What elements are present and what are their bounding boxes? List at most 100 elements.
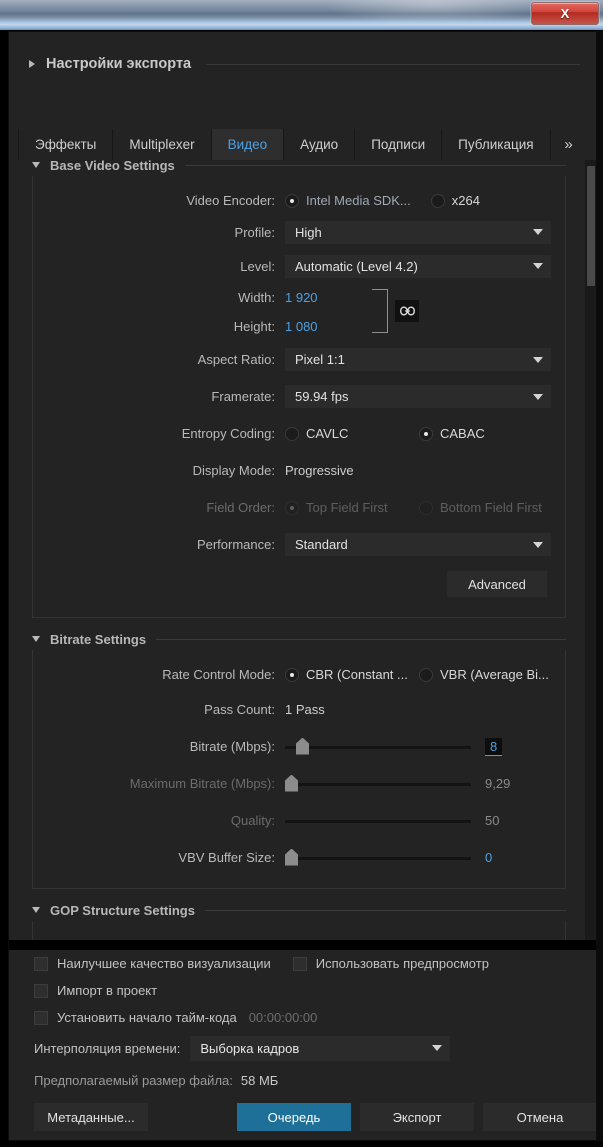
chevron-down-icon [533,263,543,269]
export-settings-section-header[interactable]: Настройки экспорта [29,56,580,72]
slider-max-bitrate-mbps [285,774,471,794]
slider-thumb[interactable] [285,848,298,866]
label-bitrate-mbps: Bitrate (Mbps): [189,739,275,754]
radio-rate-control-cbr[interactable]: CBR (Constant ... [285,667,419,682]
scrollbar-thumb[interactable] [587,166,595,286]
value-bitrate-mbps[interactable]: 8 [485,737,503,756]
disclosure-triangle-right-icon[interactable] [29,60,35,68]
select-framerate[interactable]: 59.94 fps [285,385,551,408]
label-aspect-ratio: Aspect Ratio: [197,352,275,367]
tab-audio[interactable]: Аудио [284,129,356,160]
group-bitrate-settings: Bitrate Settings Rate Control Mode: CBR … [32,628,566,889]
checkbox-set-start-timecode[interactable] [34,1010,48,1025]
label-framerate: Framerate: [211,389,275,404]
checkbox-import-to-project[interactable] [34,983,48,998]
titlebar-underline [0,25,603,30]
dialog-footer: Наилучшее качество визуализации Использо… [18,950,596,1133]
tab-effects[interactable]: Эффекты [18,129,114,160]
disclosure-triangle-down-icon[interactable] [32,162,40,168]
radio-entropy-cavlc[interactable]: CAVLC [285,426,419,441]
label-set-start-timecode[interactable]: Установить начало тайм-кода [57,1010,237,1025]
select-time-interpolation-value: Выборка кадров [200,1040,300,1056]
link-chain-icon[interactable] [395,300,419,322]
value-height[interactable]: 1 080 [285,319,318,334]
row-level: Level: Automatic (Level 4.2) [33,249,565,283]
settings-scrollbar[interactable] [585,160,596,940]
row-import-to-project: Импорт в проект [18,977,596,1004]
select-profile[interactable]: High [285,220,551,244]
value-vbv-buffer-size[interactable]: 0 [485,850,492,865]
row-bitrate-mbps: Bitrate (Mbps): 8 [33,728,565,765]
cancel-button[interactable]: Отмена [483,1103,596,1131]
tab-video[interactable]: Видео [211,129,285,160]
export-settings-dialog: Настройки экспорта Эффекты Multiplexer В… [8,31,597,1141]
slider-vbv-buffer-size[interactable] [285,848,471,868]
row-max-bitrate-mbps: Maximum Bitrate (Mbps): 9,29 [33,765,565,802]
export-button[interactable]: Экспорт [360,1103,474,1131]
select-level[interactable]: Automatic (Level 4.2) [285,254,551,278]
window-left-edge [0,30,8,1147]
checkbox-use-preview[interactable] [292,956,307,971]
tab-multiplexer[interactable]: Multiplexer [113,129,212,160]
window-close-button[interactable]: X [531,2,599,25]
slider-track [285,782,471,786]
row-pass-count: Pass Count: 1 Pass [33,691,565,728]
tab-publish[interactable]: Публикация [442,129,551,160]
label-field-order: Field Order: [206,500,275,515]
group-base-video-settings: Base Video Settings Video Encoder: Intel… [32,160,566,618]
disclosure-triangle-down-icon[interactable] [32,907,40,913]
radio-entropy-cabac[interactable]: CABAC [419,426,485,441]
row-quality-checkboxes: Наилучшее качество визуализации Использо… [18,950,596,977]
tab-captions[interactable]: Подписи [355,129,443,160]
window-bottom-edge [0,1141,603,1147]
label-level: Level: [240,258,275,274]
label-rate-control-mode: Rate Control Mode: [162,667,275,682]
select-performance[interactable]: Standard [285,533,551,556]
select-aspect-ratio[interactable]: Pixel 1:1 [285,348,551,371]
window-titlebar[interactable]: X [0,0,603,25]
label-import-to-project[interactable]: Импорт в проект [57,983,157,998]
label-use-preview[interactable]: Использовать предпросмотр [316,956,489,971]
group-header-bitrate[interactable]: Bitrate Settings [32,628,566,650]
row-performance: Performance: Standard [33,526,565,563]
label-vbv-buffer-size: VBV Buffer Size: [178,850,275,865]
slider-thumb [285,774,298,792]
slider-thumb[interactable] [296,737,309,755]
disclosure-triangle-down-icon[interactable] [32,636,40,642]
select-level-value: Automatic (Level 4.2) [295,258,418,274]
radio-rate-control-vbr[interactable]: VBR (Average Bi... [419,667,549,682]
radio-icon-selected [285,193,299,208]
radio-label-cabac: CABAC [440,426,485,441]
group-body-base-video: Video Encoder: Intel Media SDK... x264 P… [32,176,566,618]
tab-overflow-chevron-icon[interactable]: » [551,129,587,160]
group-title-base-video: Base Video Settings [50,160,175,173]
group-header-base-video[interactable]: Base Video Settings [32,160,566,176]
value-pass-count: 1 Pass [285,702,325,717]
queue-button[interactable]: Очередь [237,1103,351,1131]
slider-bitrate-mbps[interactable] [285,737,471,757]
slider-track [285,856,471,860]
group-body-gop [32,921,566,940]
value-max-bitrate-mbps: 9,29 [485,776,511,791]
value-width[interactable]: 1 920 [285,290,318,305]
metadata-button[interactable]: Метаданные... [34,1103,148,1131]
chevron-down-icon [533,229,543,235]
row-height: Height: 1 080 [33,312,565,341]
value-quality: 50 [485,813,500,828]
chevron-down-icon [533,393,543,400]
checkbox-max-render-quality[interactable] [34,956,48,971]
advanced-button[interactable]: Advanced [447,571,547,597]
label-performance: Performance: [196,537,275,552]
header-rule [206,63,580,65]
group-header-gop[interactable]: GOP Structure Settings [32,899,566,921]
radio-label-top-field-first: Top Field First [306,500,388,515]
dialog-action-buttons: Метаданные... Очередь Экспорт Отмена [18,1095,596,1139]
radio-video-encoder-intel[interactable]: Intel Media SDK... [285,193,411,208]
radio-video-encoder-x264[interactable]: x264 [430,193,480,208]
group-title-gop: GOP Structure Settings [50,902,195,918]
label-profile: Profile: [234,224,275,240]
select-time-interpolation[interactable]: Выборка кадров [190,1035,451,1061]
settings-scroll-pane: Base Video Settings Video Encoder: Intel… [18,160,596,940]
label-display-mode: Display Mode: [192,463,275,478]
label-max-render-quality[interactable]: Наилучшее качество визуализации [57,956,271,971]
